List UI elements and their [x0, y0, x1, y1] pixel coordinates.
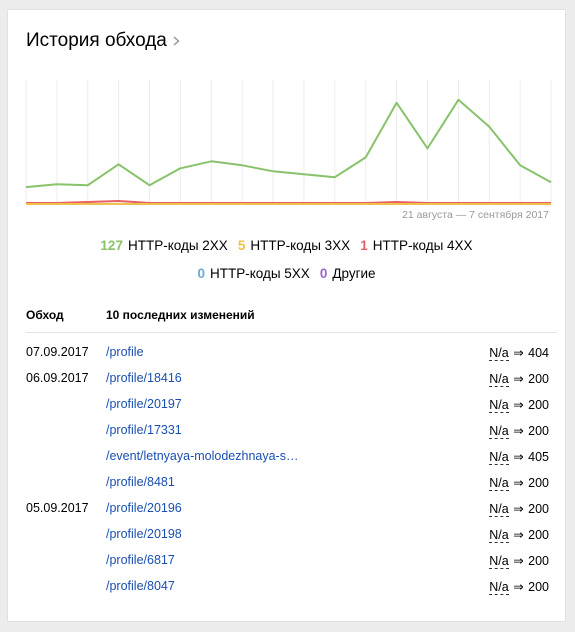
legend-label: HTTP-коды 4XX: [372, 238, 473, 253]
current-status: 405: [528, 450, 549, 464]
arrow-icon: ⇒: [509, 580, 528, 594]
page-path-link[interactable]: /profile/20196: [106, 501, 182, 515]
previous-status[interactable]: N/a: [489, 502, 509, 517]
legend-count: 0: [319, 266, 328, 281]
legend-row-1: 127 HTTP-коды 2XX 5 HTTP-коды 3XX 1 HTTP-коды…: [8, 238, 565, 253]
crawl-date: 06.09.2017: [26, 371, 89, 385]
legend-item[interactable]: 0 HTTP-коды 5XX: [197, 266, 309, 281]
current-status: 200: [528, 372, 549, 386]
page-path-link[interactable]: /profile/20197: [106, 397, 182, 411]
current-status: 200: [528, 580, 549, 594]
legend-item[interactable]: 5 HTTP-коды 3XX: [238, 238, 350, 253]
previous-status[interactable]: N/a: [489, 580, 509, 595]
column-header-crawl: Обход: [26, 308, 64, 322]
page-path-link[interactable]: /profile: [106, 345, 144, 359]
legend-label: HTTP-коды 5XX: [209, 266, 310, 281]
arrow-icon: ⇒: [509, 554, 528, 568]
status-change: N/a ⇒ 200: [489, 371, 549, 387]
table-row: /profile/20198 N/a ⇒ 200: [8, 527, 565, 553]
table-row: /profile/6817 N/a ⇒ 200: [8, 553, 565, 579]
previous-status[interactable]: N/a: [489, 450, 509, 465]
current-status: 200: [528, 528, 549, 542]
page-path-link[interactable]: /profile/8481: [106, 475, 175, 489]
arrow-icon: ⇒: [509, 424, 528, 438]
status-change: N/a ⇒ 200: [489, 423, 549, 439]
status-change: N/a ⇒ 200: [489, 397, 549, 413]
previous-status[interactable]: N/a: [489, 528, 509, 543]
table-row: /profile/20197 N/a ⇒ 200: [8, 397, 565, 423]
status-change: N/a ⇒ 200: [489, 579, 549, 595]
legend-count: 127: [100, 238, 123, 253]
legend-item[interactable]: 127 HTTP-коды 2XX: [100, 238, 227, 253]
crawl-history-card: История обхода 21 августа — 7 сентября 2…: [8, 10, 565, 621]
previous-status[interactable]: N/a: [489, 346, 509, 361]
series-line-http-коды-4xx: [26, 200, 551, 204]
page-path-link[interactable]: /event/letnyaya-molodezhnaya-s…: [106, 449, 298, 463]
table-row: /profile/8047 N/a ⇒ 200: [8, 579, 565, 605]
current-status: 200: [528, 398, 549, 412]
previous-status[interactable]: N/a: [489, 424, 509, 439]
table-row: /profile/8481 N/a ⇒ 200: [8, 475, 565, 501]
legend-count: 1: [360, 238, 368, 253]
legend-count: 0: [197, 266, 205, 281]
page-path-link[interactable]: /profile/20198: [106, 527, 182, 541]
status-change: N/a ⇒ 200: [489, 527, 549, 543]
arrow-icon: ⇒: [509, 372, 528, 386]
previous-status[interactable]: N/a: [489, 372, 509, 387]
legend-row-2: 0 HTTP-коды 5XX 0 Другие: [8, 266, 565, 281]
page-path-link[interactable]: /profile/18416: [106, 371, 182, 385]
table-row: 06.09.2017/profile/18416 N/a ⇒ 200: [8, 371, 565, 397]
arrow-icon: ⇒: [509, 476, 528, 490]
table-row: 05.09.2017/profile/20196 N/a ⇒ 200: [8, 501, 565, 527]
chart-date-range: 21 августа — 7 сентября 2017: [402, 209, 549, 221]
status-change: N/a ⇒ 404: [489, 345, 549, 361]
crawl-date: 07.09.2017: [26, 345, 89, 359]
crawl-chart: [25, 80, 552, 205]
crawl-date: 05.09.2017: [26, 501, 89, 515]
arrow-icon: ⇒: [509, 346, 528, 360]
previous-status[interactable]: N/a: [489, 554, 509, 569]
table-row: /event/letnyaya-molodezhnaya-s… N/a ⇒ 405: [8, 449, 565, 475]
column-header-changes: 10 последних изменений: [106, 308, 255, 322]
legend-label: HTTP-коды 2XX: [127, 238, 228, 253]
status-change: N/a ⇒ 200: [489, 553, 549, 569]
legend-count: 5: [237, 238, 246, 253]
page-path-link[interactable]: /profile/6817: [106, 553, 175, 567]
previous-status[interactable]: N/a: [489, 398, 509, 413]
current-status: 200: [528, 502, 549, 516]
header-divider: [26, 332, 557, 333]
legend-item[interactable]: 1 HTTP-коды 4XX: [360, 238, 472, 253]
current-status: 404: [528, 346, 549, 360]
series-line-http-коды-2xx: [25, 98, 552, 189]
status-change: N/a ⇒ 200: [489, 475, 549, 491]
arrow-icon: ⇒: [509, 502, 528, 516]
table-row: 07.09.2017/profile N/a ⇒ 404: [8, 345, 565, 371]
current-status: 200: [528, 554, 549, 568]
page-path-link[interactable]: /profile/17331: [106, 423, 182, 437]
table-row: /profile/17331 N/a ⇒ 200: [8, 423, 565, 449]
legend-item[interactable]: 0 Другие: [320, 266, 376, 281]
status-change: N/a ⇒ 200: [489, 501, 549, 517]
arrow-icon: ⇒: [509, 450, 528, 464]
previous-status[interactable]: N/a: [489, 476, 509, 491]
page-path-link[interactable]: /profile/8047: [106, 579, 175, 593]
current-status: 200: [528, 424, 549, 438]
legend-label: Другие: [332, 266, 376, 281]
status-change: N/a ⇒ 405: [489, 449, 549, 465]
arrow-icon: ⇒: [509, 398, 528, 412]
arrow-icon: ⇒: [509, 528, 528, 542]
current-status: 200: [528, 476, 549, 490]
legend-label: HTTP-коды 3XX: [250, 238, 351, 253]
